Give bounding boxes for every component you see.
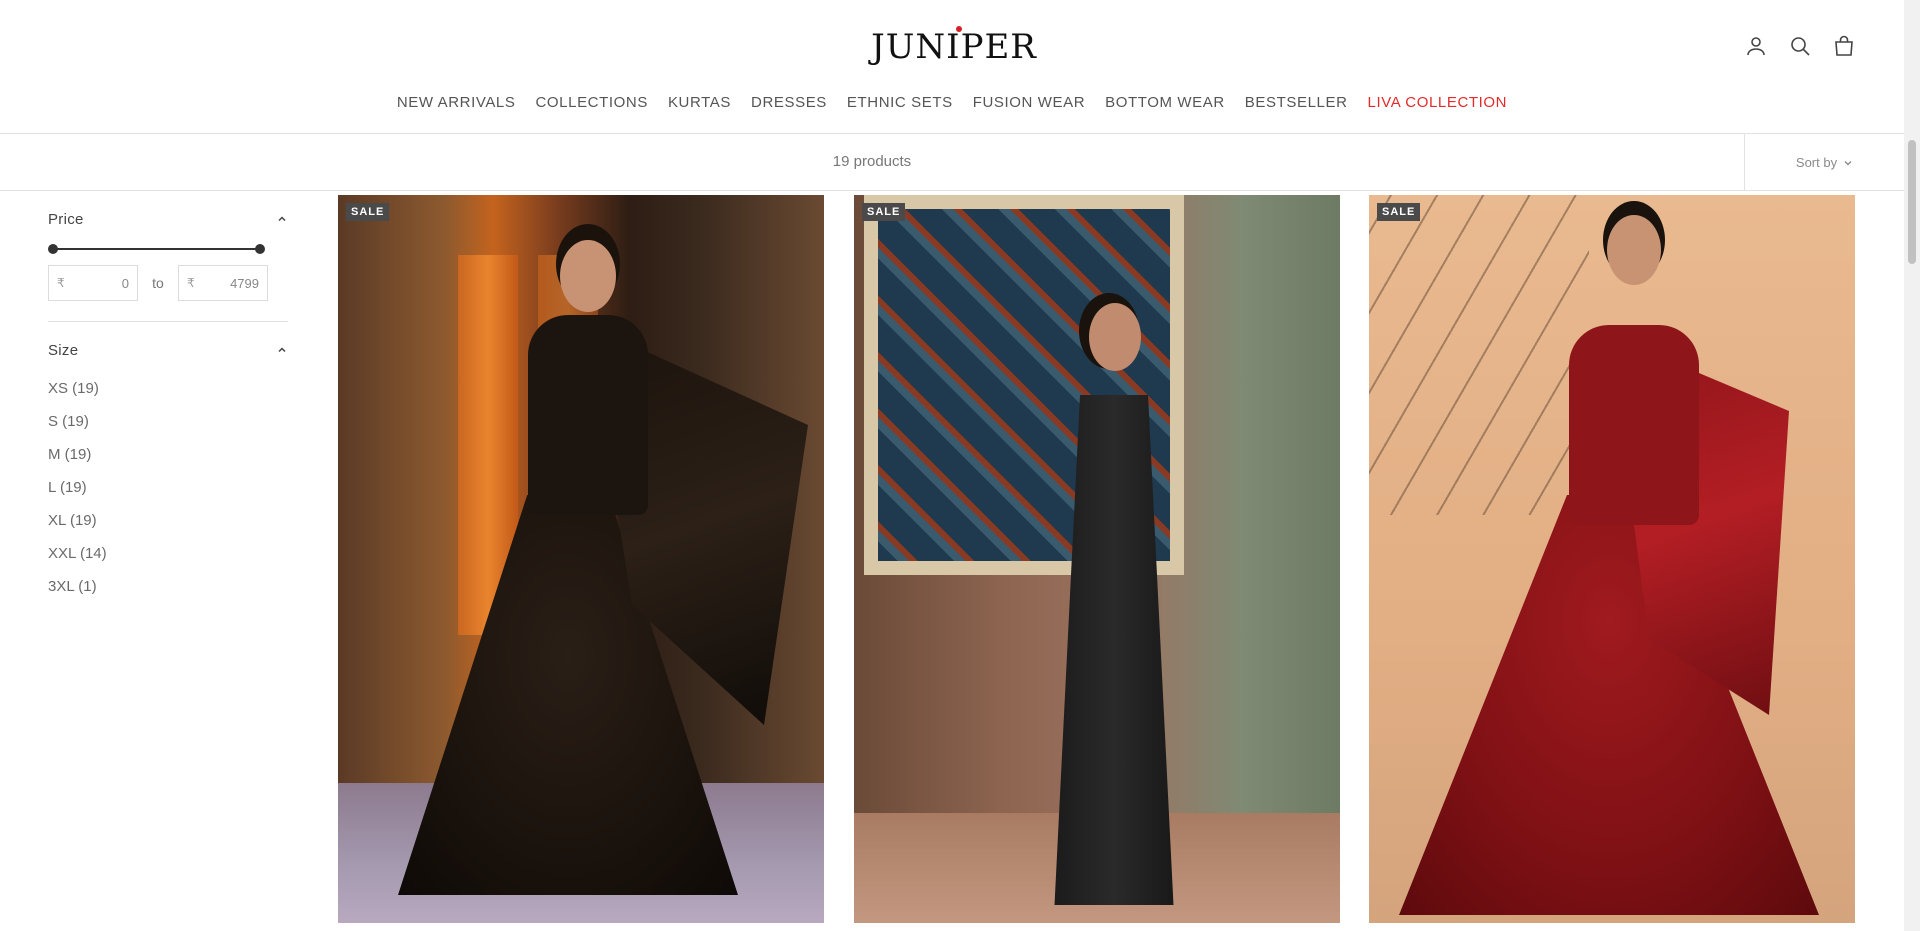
size-option-l[interactable]: L (19) (48, 477, 288, 510)
filter-sidebar: Price ₹ 0 to ₹ 4799 Size XS (19) S (19) … (48, 191, 288, 609)
nav-liva-collection[interactable]: LIVA COLLECTION (1368, 94, 1508, 111)
currency-symbol: ₹ (187, 276, 195, 290)
price-min-value: 0 (121, 275, 129, 291)
cart-icon[interactable] (1832, 34, 1856, 58)
price-to-label: to (152, 275, 164, 291)
price-max-input[interactable]: ₹ 4799 (178, 265, 268, 301)
product-grid: SALE SALE SALE (338, 195, 1856, 931)
size-filter-title: Size (48, 341, 79, 359)
image-detail (1607, 215, 1661, 285)
account-icon[interactable] (1744, 34, 1768, 58)
product-card[interactable]: SALE (1369, 195, 1855, 923)
sort-dropdown[interactable]: Sort by (1744, 134, 1904, 191)
slider-track (53, 248, 260, 250)
slider-min-handle[interactable] (48, 244, 58, 254)
nav-collections[interactable]: COLLECTIONS (535, 94, 647, 111)
product-image[interactable] (338, 195, 824, 923)
product-card[interactable]: SALE (854, 195, 1340, 923)
size-option-xxl[interactable]: XXL (14) (48, 543, 288, 576)
product-image[interactable] (1369, 195, 1855, 923)
size-option-3xl[interactable]: 3XL (1) (48, 576, 288, 609)
price-inputs: ₹ 0 to ₹ 4799 (48, 265, 288, 301)
site-header: JUNIPER NEW ARRIVALS COLLECTIONS KURTAS … (0, 0, 1904, 134)
brand-logo[interactable]: JUNIPER (864, 24, 1044, 70)
nav-bottom-wear[interactable]: BOTTOM WEAR (1105, 94, 1225, 111)
image-detail (560, 240, 616, 312)
size-option-s[interactable]: S (19) (48, 411, 288, 444)
size-option-xs[interactable]: XS (19) (48, 378, 288, 411)
nav-bestseller[interactable]: BESTSELLER (1245, 94, 1348, 111)
sort-label: Sort by (1795, 155, 1838, 170)
chevron-up-icon (278, 216, 286, 222)
image-detail (1569, 325, 1699, 525)
sale-badge: SALE (1377, 203, 1421, 221)
image-detail (528, 315, 648, 515)
collection-toolbar: 19 products Sort by (0, 134, 1904, 191)
nav-ethnic-sets[interactable]: ETHNIC SETS (847, 94, 953, 111)
chevron-up-icon (278, 347, 286, 353)
nav-new-arrivals[interactable]: NEW ARRIVALS (397, 94, 516, 111)
search-icon[interactable] (1788, 34, 1812, 58)
size-option-m[interactable]: M (19) (48, 444, 288, 477)
size-options: XS (19) S (19) M (19) L (19) XL (19) XXL… (48, 378, 288, 609)
nav-kurtas[interactable]: KURTAS (668, 94, 731, 111)
logo-text: JUNIPER (871, 27, 1037, 67)
slider-max-handle[interactable] (255, 244, 265, 254)
product-count: 19 products (832, 153, 912, 170)
page-scrollbar[interactable] (1904, 0, 1920, 931)
product-card[interactable]: SALE (338, 195, 824, 923)
header-icons (1744, 34, 1856, 58)
logo-dot (956, 26, 962, 32)
nav-fusion-wear[interactable]: FUSION WEAR (973, 94, 1085, 111)
product-image[interactable] (854, 195, 1340, 923)
sale-badge: SALE (862, 203, 906, 221)
size-filter-toggle[interactable]: Size (48, 322, 288, 378)
size-option-xl[interactable]: XL (19) (48, 510, 288, 543)
scrollbar-thumb[interactable] (1908, 140, 1916, 264)
image-detail (1089, 303, 1141, 371)
price-range-slider[interactable] (48, 241, 288, 257)
nav-dresses[interactable]: DRESSES (751, 94, 827, 111)
price-max-value: 4799 (230, 275, 259, 291)
price-min-input[interactable]: ₹ 0 (48, 265, 138, 301)
image-detail (1369, 195, 1589, 515)
chevron-down-icon (1844, 160, 1852, 165)
price-filter-toggle[interactable]: Price (48, 191, 288, 247)
sale-badge: SALE (346, 203, 390, 221)
price-filter-title: Price (48, 210, 84, 228)
main-nav: NEW ARRIVALS COLLECTIONS KURTAS DRESSES … (0, 94, 1904, 111)
currency-symbol: ₹ (57, 276, 65, 290)
